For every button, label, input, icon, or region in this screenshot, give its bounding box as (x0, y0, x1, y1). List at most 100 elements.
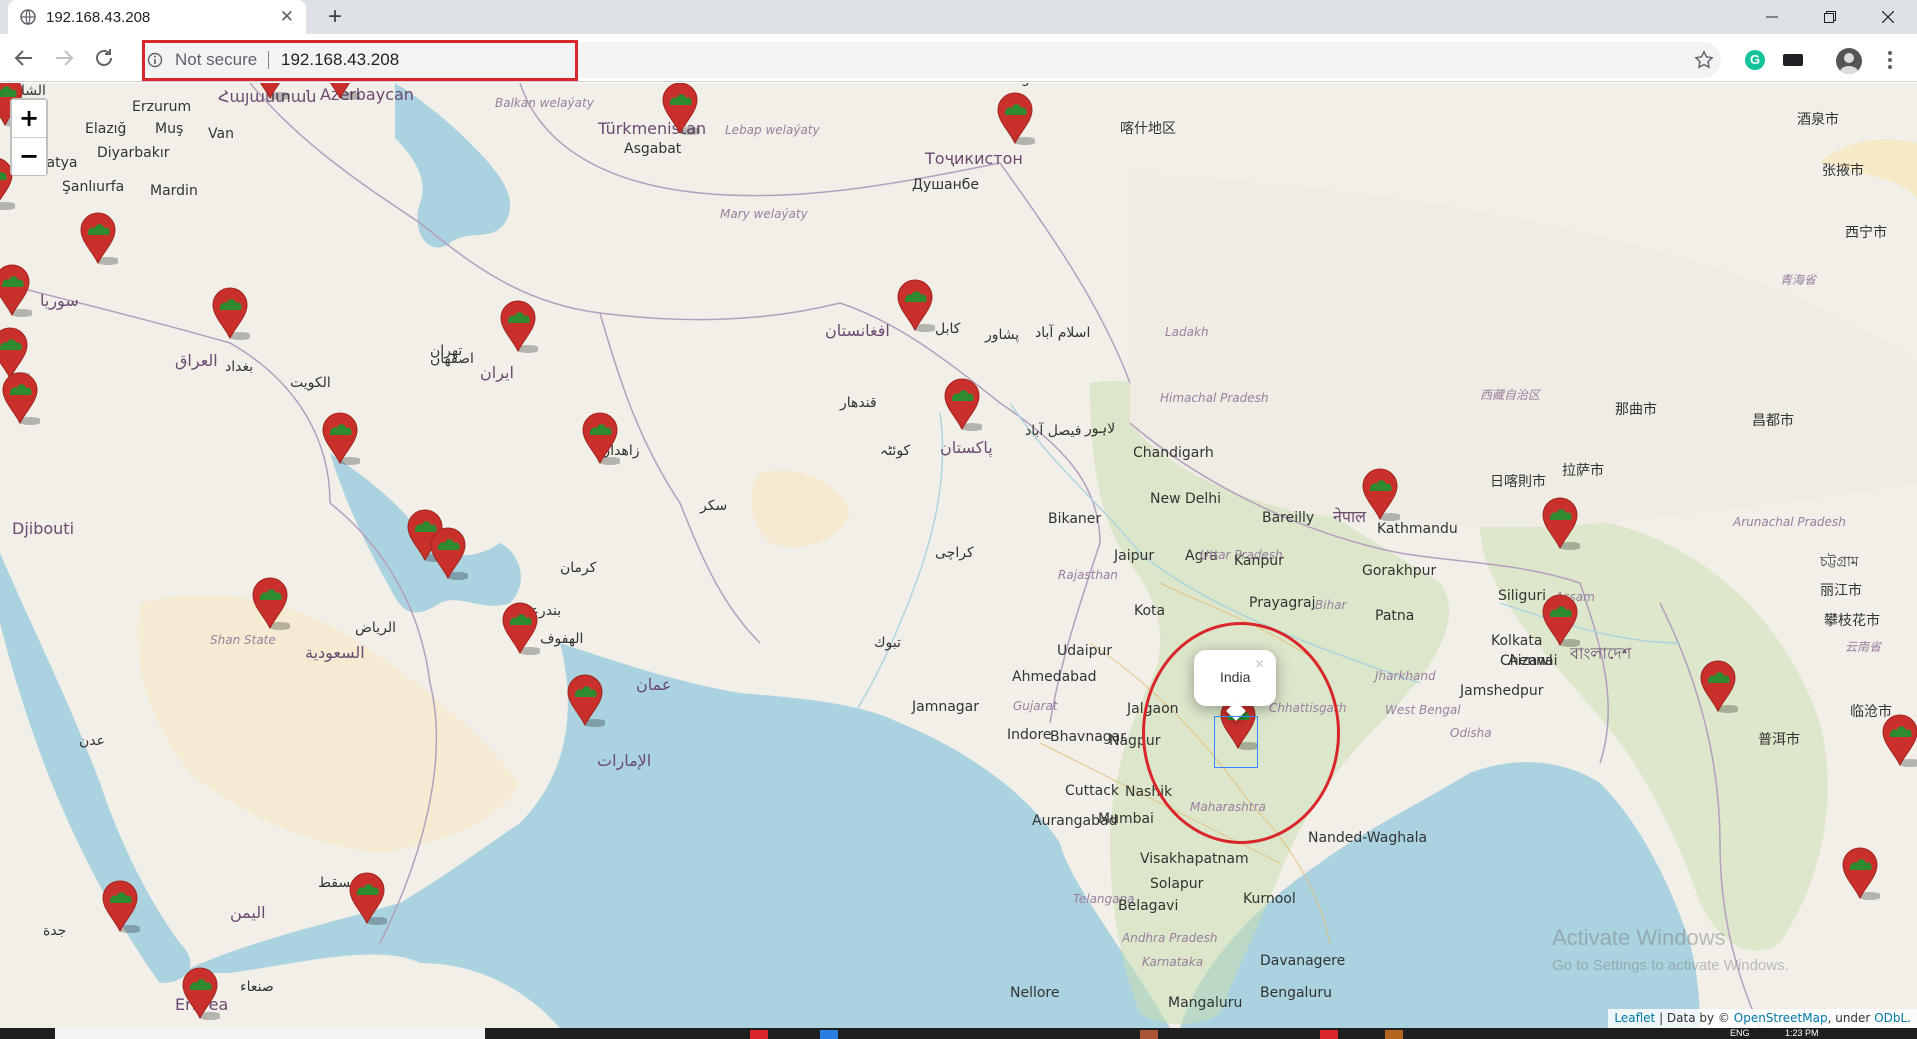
address-highlight-annotation (142, 40, 578, 81)
windows-taskbar: ENG 1:23 PM (0, 1028, 1917, 1039)
map-label: Ahmedabad (1012, 669, 1097, 685)
map-label: 日喀則市 (1490, 474, 1546, 490)
map-marker-icon[interactable] (250, 83, 292, 101)
map-marker-icon[interactable] (428, 526, 470, 581)
leaflet-link[interactable]: Leaflet (1614, 1011, 1655, 1025)
map-marker-icon[interactable] (1698, 659, 1740, 714)
bookmark-star-icon[interactable] (1693, 49, 1715, 71)
map-label: Jamshedpur (1460, 683, 1544, 699)
map-marker-icon[interactable] (78, 211, 120, 266)
map-marker-icon[interactable] (347, 871, 389, 926)
map-marker-icon[interactable] (0, 371, 42, 426)
map-marker-icon[interactable] (1840, 846, 1882, 901)
map-label: Kathmandu (1377, 521, 1458, 537)
taskbar-language[interactable]: ENG (1730, 1028, 1750, 1038)
map-label: Muş (155, 121, 184, 137)
map-marker-icon[interactable] (995, 91, 1037, 146)
attribution-under: , under (1827, 1011, 1875, 1025)
tab-title: 192.168.43.208 (46, 8, 151, 26)
zoom-in-button[interactable]: + (12, 100, 46, 137)
close-window-button[interactable] (1859, 0, 1917, 34)
tab-strip: 192.168.43.208 ✕ + (0, 0, 1917, 34)
map-label: عمان (636, 675, 672, 694)
more-menu-icon[interactable] (1886, 48, 1894, 72)
minimize-button[interactable] (1743, 0, 1801, 34)
map-label: Elazığ (85, 121, 127, 137)
map-label: الرياض (355, 620, 396, 636)
map-marker-icon[interactable] (1540, 593, 1582, 648)
map-marker-icon[interactable] (1360, 467, 1402, 522)
map-label: قندهار (840, 395, 877, 411)
map-label: پشاور (985, 327, 1020, 343)
map-label: Душанбе (912, 177, 980, 193)
new-tab-button[interactable]: + (322, 4, 348, 30)
map-label: 拉萨市 (1562, 463, 1604, 479)
map-label: Lebap welaýaty (725, 123, 820, 137)
taskbar-app-icon[interactable] (1320, 1030, 1338, 1039)
map-marker-icon[interactable] (580, 411, 622, 466)
map-marker-icon[interactable] (942, 377, 984, 432)
forward-arrow-icon[interactable] (52, 46, 76, 70)
map-marker-icon[interactable] (500, 601, 542, 656)
map-label: Andhra Pradesh (1122, 931, 1218, 945)
taskbar-app-icon[interactable] (1385, 1030, 1403, 1039)
osm-link[interactable]: OpenStreetMap (1734, 1011, 1828, 1025)
zoom-out-button[interactable]: − (12, 138, 46, 175)
grammarly-extension-icon[interactable]: G (1745, 50, 1765, 70)
map-attribution: Leaflet | Data by © OpenStreetMap, under… (1608, 1009, 1917, 1028)
map-label: اسلام آباد (1035, 325, 1091, 341)
map-label: کوئٹہ (880, 443, 911, 459)
map-marker-icon[interactable] (100, 879, 142, 934)
back-arrow-icon[interactable] (12, 46, 36, 70)
map-marker-icon[interactable] (1540, 496, 1582, 551)
taskbar-app-icon[interactable] (820, 1030, 838, 1039)
map-label: ایران (480, 363, 514, 382)
taskbar-app-icon[interactable] (1140, 1030, 1158, 1039)
map-label: Van (208, 126, 234, 142)
tab-close-icon[interactable]: ✕ (280, 7, 294, 27)
map-marker-icon[interactable] (250, 576, 292, 631)
map-marker-icon[interactable] (180, 966, 222, 1021)
map-label: 喀什地区 (1120, 121, 1176, 137)
map-label: Şanlıurfa (62, 179, 125, 195)
map-marker-icon[interactable] (498, 299, 540, 354)
taskbar-app-icon[interactable] (750, 1030, 768, 1039)
map-label: 云南省 (1845, 640, 1882, 654)
map-marker-icon[interactable] (0, 263, 34, 318)
map-label: চট্টগ্রাম (1820, 554, 1859, 570)
map-marker-icon[interactable] (1880, 713, 1917, 768)
map-marker-icon[interactable] (210, 286, 252, 341)
map-label: Aizawl (1508, 653, 1553, 669)
map-label: پاکستان (940, 438, 993, 457)
profile-avatar[interactable] (1836, 48, 1862, 74)
map-label: الهفوف (540, 631, 584, 647)
map-label: Nellore (1010, 985, 1060, 1001)
leaflet-map[interactable]: OrduTrabzonErzurumElazığMuşVanDiyarbakır… (0, 83, 1917, 1028)
map-label: Himachal Pradesh (1160, 391, 1269, 405)
map-label: Jamnagar (912, 699, 980, 715)
taskbar-search[interactable] (55, 1028, 485, 1039)
map-label: تبوك (874, 635, 901, 651)
map-label: اصفهان (430, 351, 474, 367)
map-marker-icon[interactable] (320, 411, 362, 466)
browser-tab[interactable]: 192.168.43.208 ✕ (8, 0, 306, 34)
map-label: Erzurum (132, 99, 192, 115)
map-marker-icon[interactable] (895, 278, 937, 333)
reload-icon[interactable] (92, 46, 116, 70)
odbl-link[interactable]: ODbL. (1874, 1011, 1911, 1025)
map-label: 西宁市 (1845, 225, 1887, 241)
map-label: Diyarbakır (97, 145, 170, 161)
map-label: 攀枝花市 (1824, 613, 1880, 629)
map-label: Solapur (1150, 876, 1204, 892)
attribution-text: | Data by © (1655, 1011, 1734, 1025)
map-label: سوريا (40, 291, 79, 310)
close-icon (1882, 11, 1894, 23)
restore-button[interactable] (1801, 0, 1859, 34)
taskbar-clock[interactable]: 1:23 PM (1785, 1028, 1819, 1038)
map-marker-icon[interactable] (660, 83, 702, 136)
map-marker-icon[interactable] (320, 83, 362, 101)
map-label: Bihar (1315, 598, 1347, 612)
map-marker-icon[interactable] (565, 673, 607, 728)
map-label: 青海省 (1780, 273, 1817, 287)
keyboard-extension-icon[interactable] (1783, 54, 1803, 66)
